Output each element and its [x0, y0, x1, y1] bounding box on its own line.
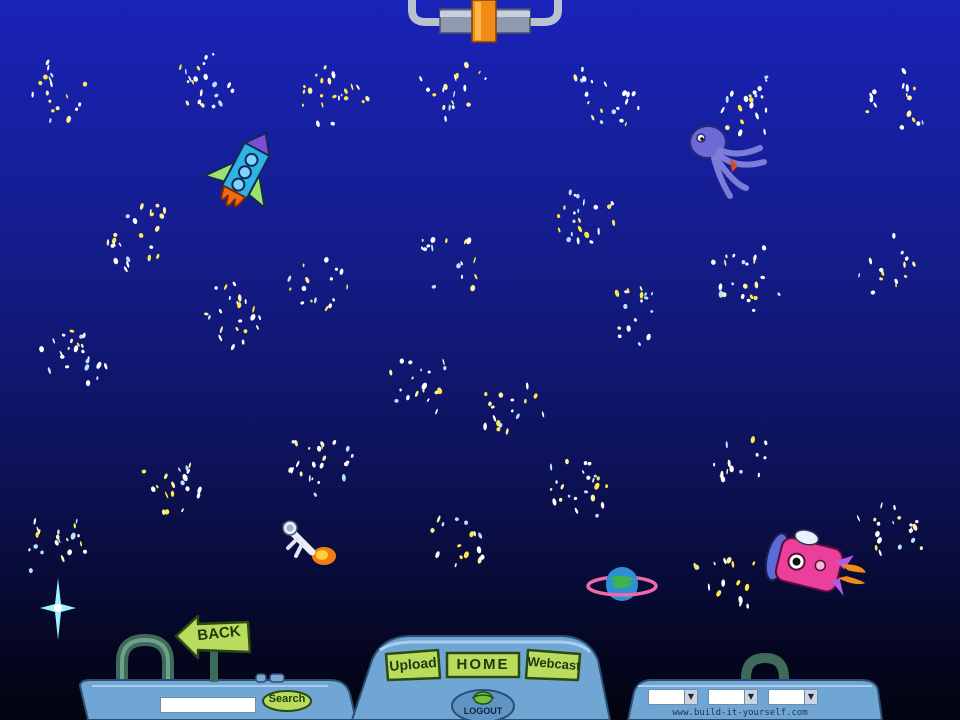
- webcast-button[interactable]: Webcast: [524, 648, 584, 682]
- site-url[interactable]: www.build-it-yourself.com: [660, 708, 820, 718]
- back-button[interactable]: BACK: [174, 614, 252, 660]
- chevron-down-icon: ▼: [744, 690, 757, 704]
- search-input[interactable]: [160, 697, 256, 713]
- logout-button[interactable]: LOGOUT: [450, 684, 516, 720]
- chevron-down-icon: ▼: [684, 690, 697, 704]
- chevron-down-icon: ▼: [804, 690, 817, 704]
- dropdown-3[interactable]: ▼: [768, 689, 818, 705]
- dropdown-1[interactable]: ▼: [648, 689, 698, 705]
- logout-label: LOGOUT: [463, 706, 503, 716]
- search-button[interactable]: Search: [262, 690, 312, 712]
- control-console: [78, 635, 884, 720]
- dropdown-2[interactable]: ▼: [708, 689, 758, 705]
- upload-button[interactable]: Upload: [382, 648, 442, 682]
- space-scene: BACK Search Upload HOME Webcast LOGOUT ▼…: [0, 0, 960, 720]
- home-button[interactable]: HOME: [445, 651, 521, 679]
- search-button-label: Search: [268, 693, 306, 705]
- home-label: HOME: [456, 656, 510, 673]
